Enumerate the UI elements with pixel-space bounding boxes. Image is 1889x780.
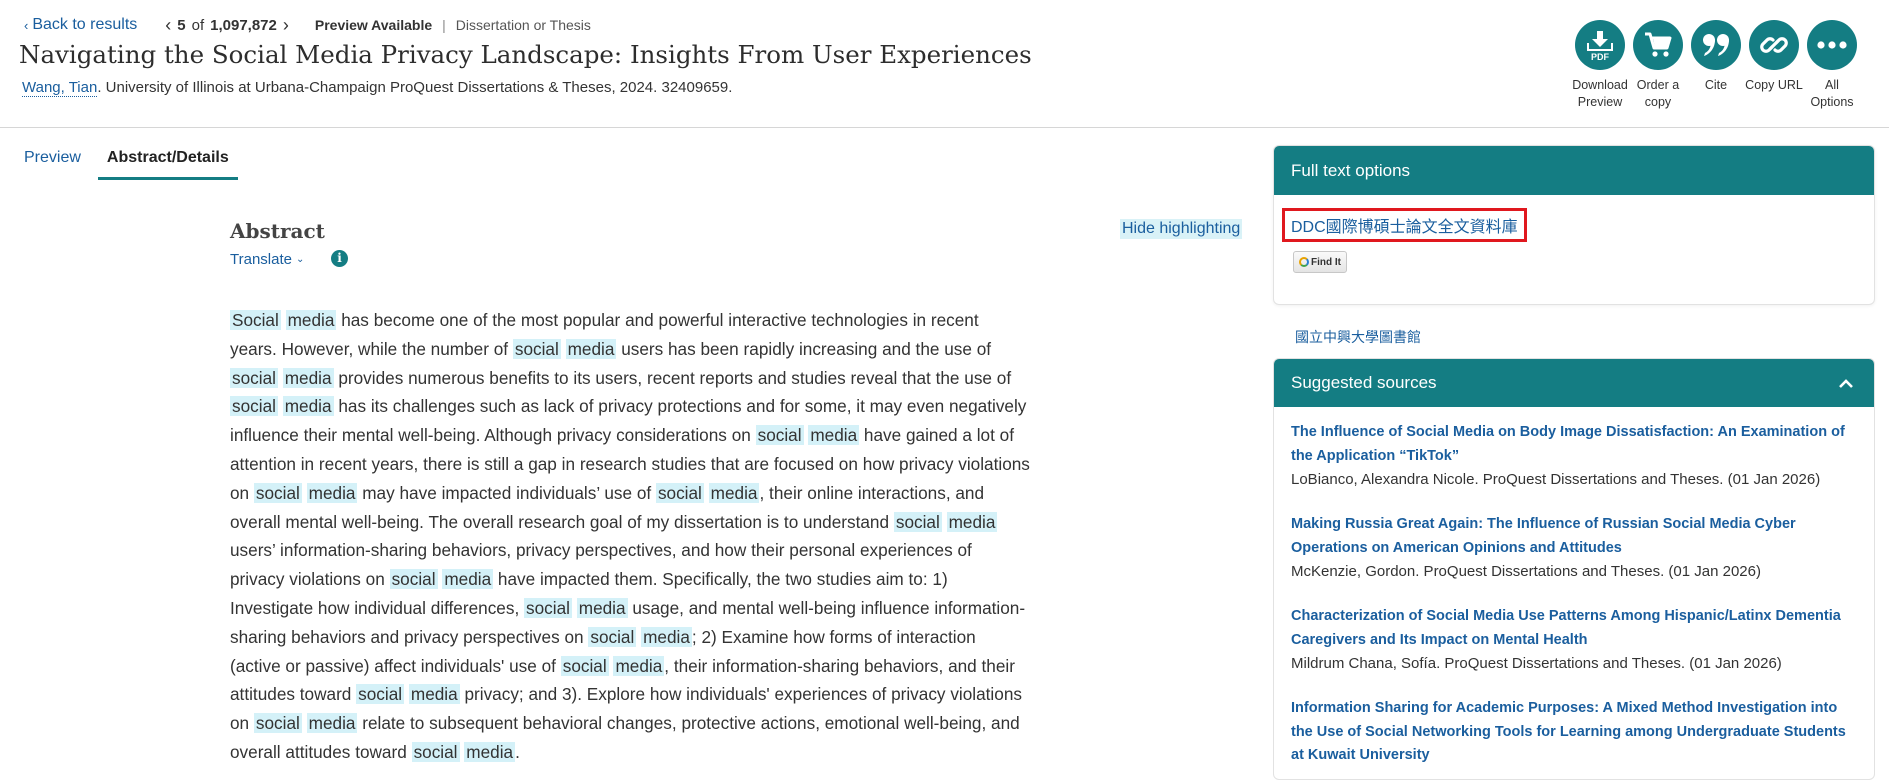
suggested-source-title[interactable]: Characterization of Social Media Use Pat… — [1291, 608, 1841, 648]
suggested-source-title[interactable]: The Influence of Social Media on Body Im… — [1291, 424, 1845, 464]
highlighted-term: social — [411, 741, 460, 762]
full-text-options-panel: Full text options DDC國際博碩士論文全文資料庫 Find I… — [1273, 145, 1875, 305]
ddc-database-link[interactable]: DDC國際博碩士論文全文資料庫 — [1282, 208, 1527, 242]
download-preview-button[interactable]: PDF Download Preview — [1572, 20, 1628, 111]
translate-dropdown[interactable]: Translate ⌄ — [230, 251, 304, 268]
abstract-text: Social media has become one of the most … — [230, 310, 1030, 762]
hide-highlighting-link[interactable]: Hide highlighting — [1120, 219, 1243, 239]
highlighted-term: social — [524, 597, 572, 618]
cart-icon — [1633, 20, 1683, 70]
highlighted-term: social — [893, 511, 942, 532]
highlighted-term: media — [565, 338, 617, 359]
previous-result-icon[interactable]: ‹ — [165, 16, 171, 34]
suggested-source-meta: McKenzie, Gordon. ProQuest Dissertations… — [1291, 563, 1761, 580]
highlighted-term: media — [576, 597, 628, 618]
suggested-source-item: The Influence of Social Media on Body Im… — [1291, 421, 1861, 491]
highlighted-term: media — [464, 741, 516, 762]
copy-url-label: Copy URL — [1745, 78, 1803, 92]
citation-line: Wang, Tian. University of Illinois at Ur… — [22, 79, 733, 97]
order-copy-label: Order a copy — [1636, 78, 1680, 109]
highlighted-term: media — [946, 511, 998, 532]
highlighted-term: social — [655, 482, 704, 503]
quote-icon — [1691, 20, 1741, 70]
chevron-up-icon[interactable] — [1838, 359, 1854, 407]
highlighted-term: media — [641, 626, 692, 647]
find-it-label: Find It — [1311, 256, 1341, 268]
all-options-label: All Options — [1810, 78, 1854, 109]
document-type: Dissertation or Thesis — [455, 17, 591, 33]
highlighted-term: media — [282, 367, 334, 388]
copy-url-button[interactable]: Copy URL — [1745, 20, 1803, 111]
author-link[interactable]: Wang, Tian — [22, 79, 98, 97]
highlighted-term: media — [282, 396, 334, 417]
of-label: of — [191, 16, 205, 34]
abstract-heading: Abstract — [230, 219, 325, 243]
citation-text: University of Illinois at Urbana-Champai… — [105, 79, 733, 96]
highlighted-term: media — [306, 713, 358, 734]
highlighted-term: social — [230, 396, 278, 417]
library-link[interactable]: 國立中興大學圖書館 — [1295, 327, 1421, 347]
more-icon — [1807, 20, 1857, 70]
full-text-options-heading: Full text options — [1274, 146, 1874, 195]
suggested-source-item: Characterization of Social Media Use Pat… — [1291, 605, 1861, 675]
tab-preview[interactable]: Preview — [24, 147, 81, 180]
download-pdf-icon: PDF — [1575, 20, 1625, 70]
suggested-source-title[interactable]: Making Russia Great Again: The Influence… — [1291, 516, 1796, 556]
author-period: . — [97, 79, 106, 96]
next-result-icon[interactable]: › — [283, 16, 289, 34]
content-tabs: Preview Abstract/Details — [24, 147, 264, 180]
result-pager: ‹ 5 of 1,097,872 › — [165, 16, 289, 34]
suggested-source-meta: LoBianco, Alexandra Nicole. ProQuest Dis… — [1291, 471, 1821, 488]
suggested-source-meta: Mildrum Chana, Sofía. ProQuest Dissertat… — [1291, 655, 1782, 672]
highlighted-term: social — [253, 713, 302, 734]
highlighted-term: media — [708, 482, 760, 503]
suggested-source-title[interactable]: Information Sharing for Academic Purpose… — [1291, 700, 1846, 763]
all-options-button[interactable]: All Options — [1807, 20, 1857, 111]
suggested-source-item: Making Russia Great Again: The Influence… — [1291, 513, 1861, 583]
divider: | — [442, 17, 446, 33]
document-title: Navigating the Social Media Privacy Land… — [19, 40, 1032, 69]
highlighted-term: social — [755, 425, 804, 446]
download-preview-label: Download Preview — [1572, 78, 1628, 109]
highlighted-term: social — [560, 655, 609, 676]
chevron-left-icon: ‹ — [24, 17, 29, 33]
translate-label: Translate — [230, 251, 292, 268]
back-to-results-link[interactable]: ‹ Back to results — [24, 16, 137, 34]
order-copy-button[interactable]: Order a copy — [1633, 20, 1683, 111]
find-it-logo-icon — [1299, 257, 1309, 267]
back-label: Back to results — [32, 16, 138, 33]
info-icon[interactable]: i — [331, 250, 348, 267]
highlighted-term: social — [230, 367, 278, 388]
highlighted-term: social — [389, 569, 438, 590]
highlighted-term: social — [356, 684, 405, 705]
availability-status: Preview Available — [314, 17, 433, 33]
highlighted-term: media — [408, 684, 460, 705]
highlighted-term: social — [588, 626, 637, 647]
record-navigation: ‹ Back to results ‹ 5 of 1,097,872 › Pre… — [24, 16, 591, 34]
cite-button[interactable]: Cite — [1691, 20, 1741, 111]
chevron-down-icon: ⌄ — [295, 254, 305, 265]
highlighted-term: media — [285, 310, 337, 330]
action-toolbar: PDF Download Preview Order a copy Cite C… — [1572, 20, 1857, 111]
suggested-source-item: Information Sharing for Academic Purpose… — [1291, 697, 1861, 768]
result-position: 5 — [177, 16, 186, 34]
svg-text:PDF: PDF — [1591, 52, 1610, 61]
highlighted-term: media — [306, 482, 358, 503]
tab-abstract-details[interactable]: Abstract/Details — [97, 147, 238, 180]
highlighted-term: Social — [230, 310, 281, 330]
suggested-sources-heading: Suggested sources — [1274, 359, 1874, 407]
highlighted-term: media — [808, 425, 860, 446]
highlighted-term: media — [613, 655, 665, 676]
result-total: 1,097,872 — [210, 16, 277, 34]
highlighted-term: media — [442, 569, 494, 590]
highlighted-term: social — [512, 338, 561, 359]
find-it-button[interactable]: Find It — [1293, 251, 1347, 273]
suggested-sources-panel: Suggested sources The Influence of Socia… — [1273, 358, 1875, 780]
link-icon — [1749, 20, 1799, 70]
cite-label: Cite — [1704, 78, 1728, 92]
record-header: ‹ Back to results ‹ 5 of 1,097,872 › Pre… — [0, 0, 1889, 128]
highlighted-term: social — [253, 482, 302, 503]
